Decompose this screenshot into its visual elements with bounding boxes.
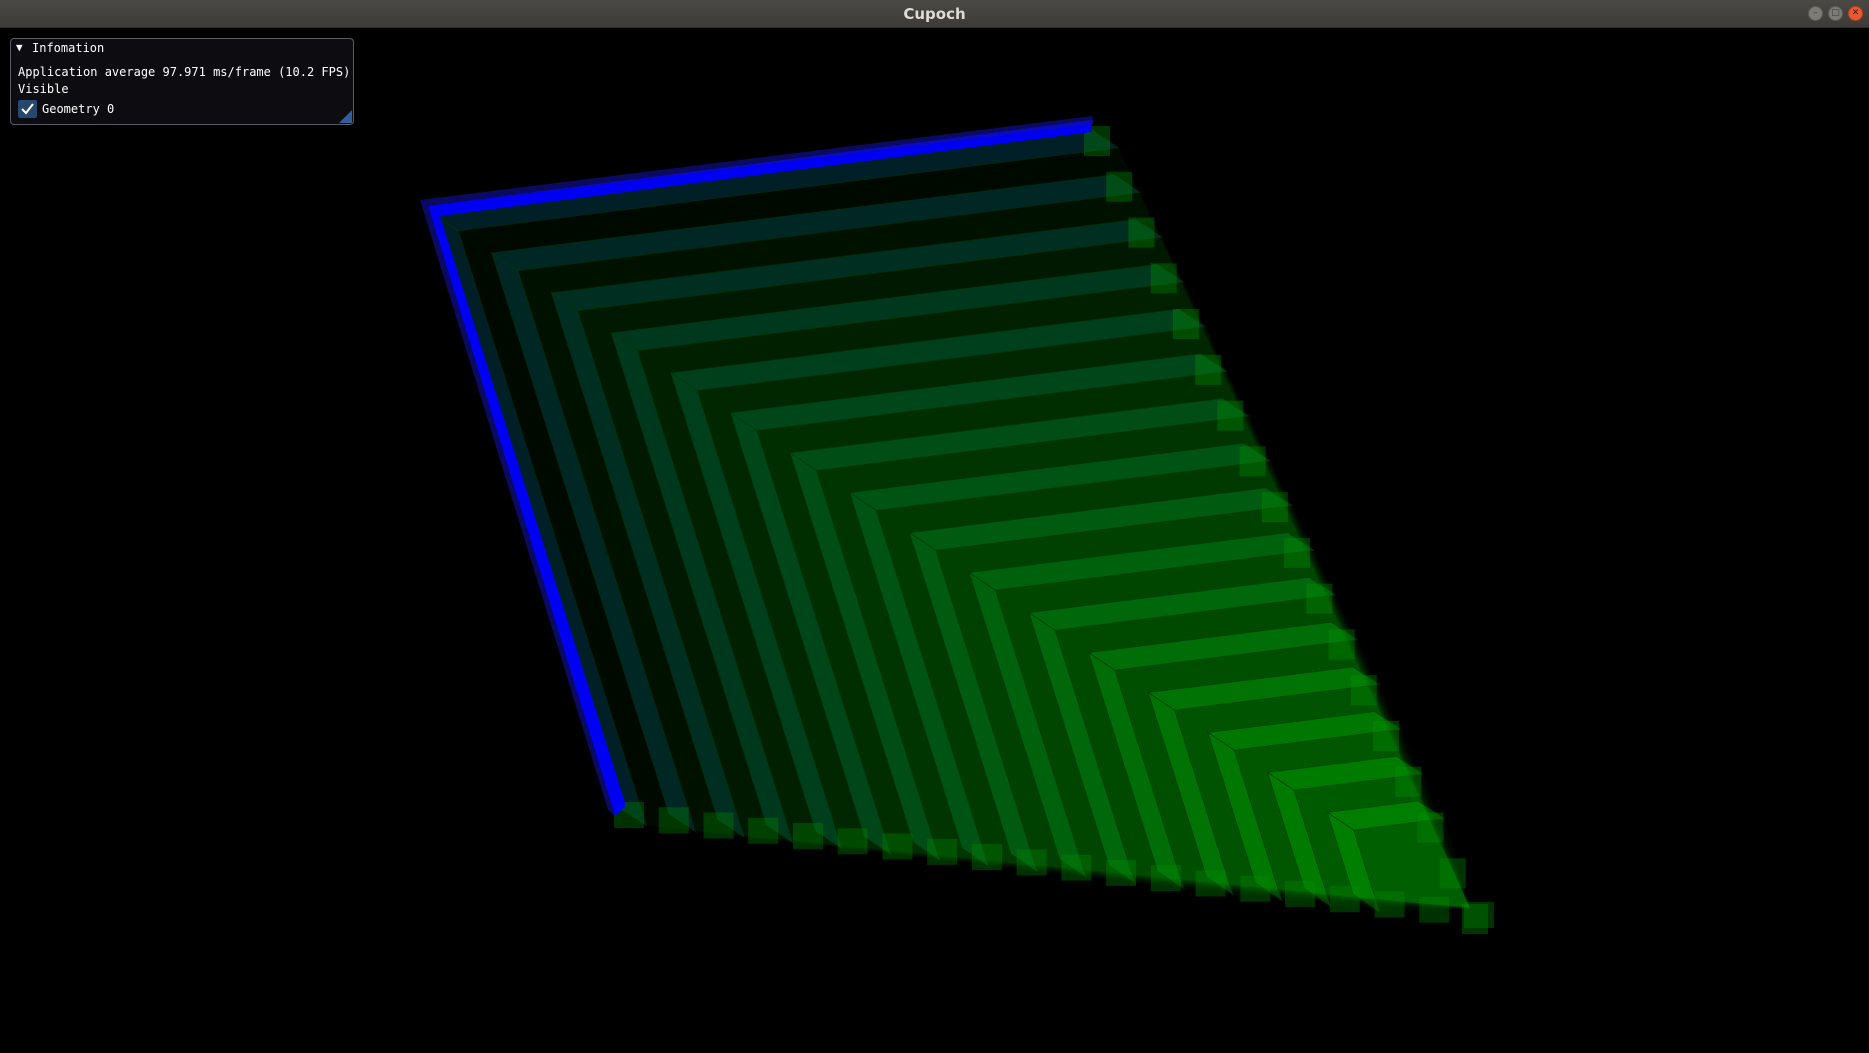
voxel-edge-cube [1285, 880, 1316, 907]
voxel-edge-cube [792, 823, 823, 850]
voxel-edge-cube [1417, 812, 1444, 843]
voxel-edge-cube [1439, 858, 1466, 889]
voxel-edge-cube [703, 812, 734, 839]
voxel-edge-cube [1106, 171, 1133, 202]
voxel-edge-cube [1150, 263, 1177, 294]
voxel-edge-cube [1261, 492, 1288, 523]
geometry-label: Geometry 0 [42, 102, 115, 116]
voxel-scene[interactable] [0, 28, 1869, 1053]
collapse-arrow-icon[interactable]: ▼ [16, 39, 23, 57]
resize-grip-icon[interactable] [339, 110, 352, 123]
voxel-edge-cube [1172, 309, 1199, 340]
visible-label: Visible [18, 82, 69, 96]
minimize-icon[interactable]: – [1808, 6, 1823, 21]
render-viewport[interactable]: ▼ Infomation Application average 97.971 … [0, 28, 1869, 1053]
voxel-edge-cube [1284, 537, 1311, 568]
voxel-edge-cube [1128, 217, 1155, 248]
title-bar[interactable]: Cupoch – □ ✕ [0, 0, 1869, 28]
voxel-edge-cube [927, 838, 958, 865]
voxel-edge-cube [748, 817, 779, 844]
window-title: Cupoch [903, 5, 966, 23]
voxel-edge-cube [1464, 902, 1494, 928]
voxel-edge-cube [1419, 896, 1450, 923]
voxel-edge-cube [882, 833, 913, 860]
voxel-edge-cube [1240, 875, 1271, 902]
maximize-icon[interactable]: □ [1828, 6, 1843, 21]
close-icon[interactable]: ✕ [1848, 6, 1863, 21]
voxel-edge-cube [1328, 629, 1355, 660]
voxel-edge-cube [1350, 675, 1377, 706]
voxel-edge-cube [1106, 859, 1137, 886]
voxel-edge-cube [1195, 870, 1226, 897]
voxel-edge-cube [1374, 891, 1405, 918]
geometry-checkbox[interactable] [18, 100, 37, 118]
cupoch-window: Cupoch – □ ✕ ▼ Infomation Application av… [0, 0, 1869, 1053]
fps-text: Application average 97.971 ms/frame (10.… [18, 65, 351, 79]
voxel-edge-cube [1306, 583, 1333, 614]
voxel-edge-cube [837, 828, 868, 855]
panel-header[interactable]: ▼ Infomation [11, 39, 353, 57]
panel-title: Infomation [32, 41, 105, 55]
voxel-edge-cube [1150, 865, 1181, 892]
voxel-edge-cube [1061, 854, 1092, 881]
information-panel: ▼ Infomation Application average 97.971 … [10, 38, 354, 125]
voxel-edge-cube [1016, 849, 1047, 876]
voxel-layers [430, 126, 1494, 934]
voxel-edge-cube [1395, 766, 1422, 797]
voxel-edge-cube [658, 807, 689, 834]
voxel-edge-cube [1329, 886, 1360, 913]
voxel-edge-cube [1195, 354, 1222, 385]
voxel-edge-cube [1217, 400, 1244, 431]
voxel-edge-cube [971, 844, 1002, 871]
checkmark-icon [21, 103, 34, 115]
voxel-edge-cube [1373, 720, 1400, 751]
voxel-edge-cube [1239, 446, 1266, 477]
